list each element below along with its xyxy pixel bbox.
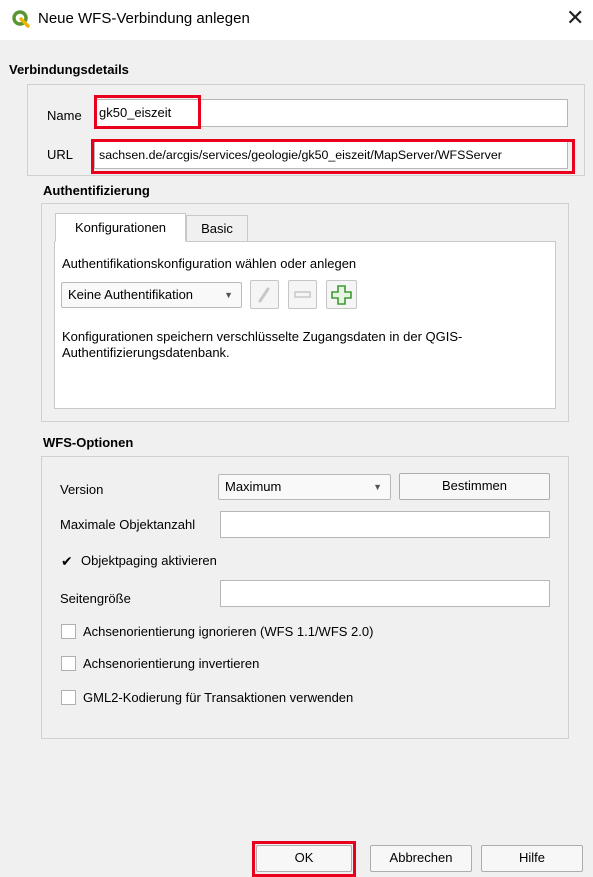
auth-config-select-value: Keine Authentifikation [68, 287, 194, 302]
edit-config-button[interactable] [250, 280, 279, 309]
paging-checkbox[interactable]: ✔ [60, 553, 75, 570]
version-select-value: Maximum [225, 479, 282, 494]
add-config-button[interactable] [326, 280, 357, 309]
max-features-field[interactable] [220, 511, 550, 538]
page-size-label: Seitengröße [60, 591, 131, 606]
auth-config-select[interactable]: Keine Authentifikation ▼ [61, 282, 242, 308]
chevron-down-icon: ▼ [373, 482, 382, 492]
version-select[interactable]: Maximum ▼ [218, 474, 391, 500]
checkmark-icon: ✔ [61, 554, 73, 570]
name-highlight-box [94, 95, 201, 129]
version-label: Version [60, 482, 104, 497]
gml2-label: GML2-Kodierung für Transaktionen verwend… [83, 690, 354, 705]
name-label: Name [47, 108, 82, 123]
invert-axis-label: Achsenorientierung invertieren [83, 656, 260, 671]
remove-config-button[interactable] [288, 280, 317, 309]
connection-section-title: Verbindungsdetails [9, 62, 129, 77]
tab-basic[interactable]: Basic [186, 215, 248, 242]
qgis-logo-icon [12, 10, 30, 28]
close-icon[interactable]: ✕ [566, 6, 584, 31]
ignore-axis-label: Achsenorientierung ignorieren (WFS 1.1/W… [83, 624, 374, 639]
url-label: URL [47, 147, 74, 162]
help-button[interactable]: Hilfe [481, 845, 583, 872]
ignore-axis-checkbox[interactable] [61, 624, 76, 639]
title-bar: Neue WFS-Verbindung anlegen ✕ [0, 0, 593, 40]
cancel-button[interactable]: Abbrechen [370, 845, 472, 872]
chevron-down-icon: ▼ [224, 290, 233, 300]
url-highlight-box [91, 139, 575, 174]
detect-version-button[interactable]: Bestimmen [399, 473, 550, 500]
wfs-section-title: WFS-Optionen [43, 435, 134, 450]
window-title: Neue WFS-Verbindung anlegen [38, 10, 250, 27]
paging-label: Objektpaging aktivieren [81, 553, 217, 568]
gml2-checkbox[interactable] [61, 690, 76, 705]
invert-axis-checkbox[interactable] [61, 656, 76, 671]
tab-konfigurationen[interactable]: Konfigurationen [55, 213, 186, 242]
max-features-label: Maximale Objektanzahl [60, 517, 196, 532]
auth-config-prompt: Authentifikationskonfiguration wählen od… [62, 256, 357, 271]
page-size-field[interactable] [220, 580, 550, 607]
auth-info-text: Konfigurationen speichern verschlüsselte… [62, 329, 463, 360]
ok-highlight-box [252, 841, 356, 877]
auth-section-title: Authentifizierung [43, 183, 150, 198]
